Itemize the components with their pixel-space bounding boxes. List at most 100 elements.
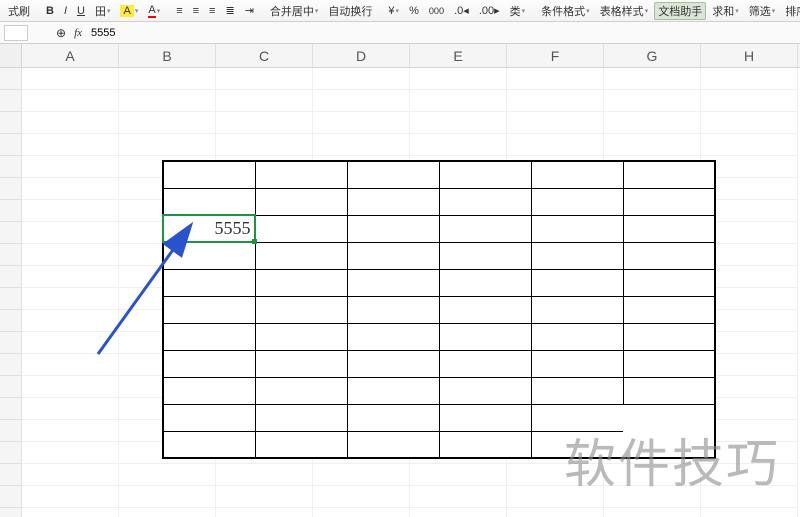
border-button[interactable]: 田▾: [91, 2, 115, 20]
col-header-E[interactable]: E: [410, 44, 507, 67]
cell[interactable]: [701, 464, 798, 486]
cell[interactable]: [313, 486, 410, 508]
cell[interactable]: [22, 486, 119, 508]
cell[interactable]: [313, 222, 410, 244]
cell[interactable]: [313, 156, 410, 178]
cell[interactable]: [216, 310, 313, 332]
decrease-decimal-button[interactable]: .0◂: [450, 3, 473, 18]
cell[interactable]: [216, 376, 313, 398]
col-header-H[interactable]: H: [701, 44, 798, 67]
cell[interactable]: [22, 332, 119, 354]
row-header[interactable]: [0, 200, 22, 222]
name-box[interactable]: [4, 25, 28, 41]
cell[interactable]: [119, 90, 216, 112]
cell[interactable]: [410, 266, 507, 288]
cell[interactable]: [22, 266, 119, 288]
cell[interactable]: [216, 486, 313, 508]
cell[interactable]: [119, 68, 216, 90]
cell[interactable]: [216, 222, 313, 244]
cell[interactable]: [604, 442, 701, 464]
cell[interactable]: [216, 200, 313, 222]
currency-button[interactable]: ¥▾: [384, 4, 403, 18]
cell[interactable]: [701, 354, 798, 376]
cell[interactable]: [216, 156, 313, 178]
cell[interactable]: [410, 90, 507, 112]
col-header-G[interactable]: G: [604, 44, 701, 67]
row-header[interactable]: [0, 244, 22, 266]
bold-button[interactable]: B: [42, 4, 58, 18]
cell[interactable]: [410, 486, 507, 508]
cell[interactable]: [410, 464, 507, 486]
cell[interactable]: [216, 332, 313, 354]
comma-button[interactable]: 000: [425, 5, 448, 17]
cell[interactable]: [313, 200, 410, 222]
cell[interactable]: [216, 508, 313, 517]
cell[interactable]: [216, 68, 313, 90]
cell[interactable]: [507, 244, 604, 266]
cell[interactable]: [313, 288, 410, 310]
cell[interactable]: [410, 178, 507, 200]
underline-button[interactable]: U: [73, 4, 89, 18]
cell[interactable]: [119, 420, 216, 442]
cell[interactable]: [216, 288, 313, 310]
row-header[interactable]: [0, 112, 22, 134]
cell[interactable]: [604, 376, 701, 398]
cell[interactable]: [22, 354, 119, 376]
cell[interactable]: [216, 464, 313, 486]
cell[interactable]: [313, 398, 410, 420]
cell[interactable]: [604, 420, 701, 442]
col-header-D[interactable]: D: [313, 44, 410, 67]
cell[interactable]: [313, 266, 410, 288]
cell[interactable]: [410, 222, 507, 244]
cell[interactable]: [410, 68, 507, 90]
cell[interactable]: [604, 90, 701, 112]
cell[interactable]: [410, 354, 507, 376]
cell[interactable]: [22, 134, 119, 156]
cell[interactable]: [22, 376, 119, 398]
cell[interactable]: [410, 332, 507, 354]
cell[interactable]: [216, 112, 313, 134]
cell[interactable]: [507, 464, 604, 486]
cell[interactable]: [216, 90, 313, 112]
cell[interactable]: [119, 310, 216, 332]
cell[interactable]: [507, 486, 604, 508]
cell[interactable]: [507, 442, 604, 464]
cell[interactable]: [313, 332, 410, 354]
cell[interactable]: [507, 112, 604, 134]
row-header[interactable]: [0, 288, 22, 310]
format-type-button[interactable]: 类▾: [506, 2, 530, 20]
cell[interactable]: [119, 134, 216, 156]
row-header[interactable]: [0, 508, 22, 517]
row-header[interactable]: [0, 134, 22, 156]
cell[interactable]: [701, 112, 798, 134]
cell[interactable]: [507, 68, 604, 90]
filter-button[interactable]: 筛选▾: [745, 2, 780, 20]
cell[interactable]: [216, 266, 313, 288]
cell[interactable]: [313, 376, 410, 398]
cell[interactable]: [410, 134, 507, 156]
cell[interactable]: [410, 376, 507, 398]
cell[interactable]: [410, 288, 507, 310]
cell[interactable]: [119, 354, 216, 376]
cell[interactable]: [701, 200, 798, 222]
cell[interactable]: [313, 68, 410, 90]
cell[interactable]: [313, 420, 410, 442]
cell[interactable]: [22, 508, 119, 517]
cell[interactable]: [701, 288, 798, 310]
cell[interactable]: [701, 508, 798, 517]
sort-button[interactable]: 排序▾: [781, 2, 800, 20]
doc-helper-button[interactable]: 文档助手: [654, 2, 706, 20]
cell[interactable]: [119, 266, 216, 288]
row-header[interactable]: [0, 178, 22, 200]
cell[interactable]: [604, 486, 701, 508]
cell[interactable]: [507, 332, 604, 354]
cell[interactable]: [313, 134, 410, 156]
cell[interactable]: [410, 244, 507, 266]
cell[interactable]: [507, 288, 604, 310]
cell[interactable]: [410, 310, 507, 332]
cell[interactable]: [22, 310, 119, 332]
cell[interactable]: [313, 178, 410, 200]
cell[interactable]: [22, 200, 119, 222]
row-header[interactable]: [0, 376, 22, 398]
row-header[interactable]: [0, 332, 22, 354]
